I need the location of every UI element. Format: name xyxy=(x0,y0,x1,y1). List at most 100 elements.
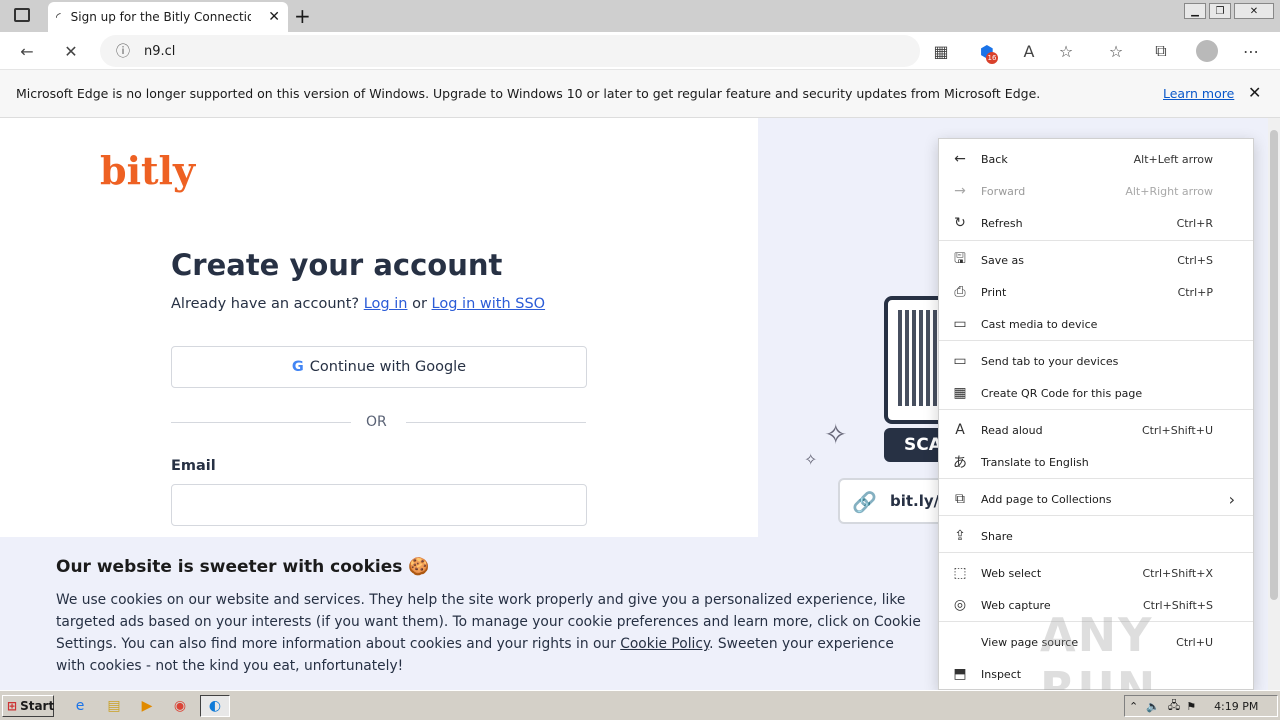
menu-item-web-select[interactable]: ⬚ Web select Ctrl+Shift+X xyxy=(939,557,1253,589)
menu-item-label: Web select xyxy=(981,566,1042,580)
menu-item-label: Save as xyxy=(981,253,1024,267)
flag-icon[interactable]: ⚑ xyxy=(1186,700,1196,713)
print-icon: ⎙ xyxy=(954,284,966,300)
menu-item-back[interactable]: ← Back Alt+Left arrow xyxy=(939,143,1253,175)
menu-item-shortcut: Alt+Left arrow xyxy=(1133,152,1213,166)
menu-item-label: Read aloud xyxy=(981,423,1043,437)
login-prompt-text: Already have an account? xyxy=(171,296,360,312)
media-player-icon[interactable]: ▶ xyxy=(135,695,159,717)
translate-to-english-icon: あ xyxy=(953,455,967,471)
loading-icon: ◜ xyxy=(56,10,61,24)
back-icon[interactable]: ← xyxy=(16,40,38,62)
volume-icon[interactable]: 🔈 xyxy=(1146,700,1160,713)
or-divider-text: OR xyxy=(366,414,387,430)
clock: 4:19 PM xyxy=(1214,699,1259,713)
edge-taskbar-icon[interactable]: ◐ xyxy=(200,695,230,717)
refresh-icon: ↻ xyxy=(954,215,966,231)
share-icon: ⇪ xyxy=(954,528,966,544)
cookie-banner: Our website is sweeter with cookies 🍪 We… xyxy=(0,537,940,690)
ie-icon[interactable]: e xyxy=(68,695,92,717)
network-icon[interactable]: 🖧 xyxy=(1168,697,1180,716)
email-label: Email xyxy=(171,458,216,474)
continue-with-google-button[interactable]: G Continue with Google xyxy=(171,346,587,388)
cookie-policy-link[interactable]: Cookie Policy xyxy=(620,636,709,652)
google-icon: G xyxy=(291,359,304,375)
favorites-icon[interactable]: ☆ xyxy=(1105,40,1127,62)
menu-item-label: Send tab to your devices xyxy=(981,354,1119,368)
tab-actions-icon[interactable] xyxy=(14,8,30,22)
unsupported-infobar: Microsoft Edge is no longer supported on… xyxy=(0,70,1280,118)
restore-button[interactable]: ❐ xyxy=(1209,3,1231,19)
menu-item-read-aloud[interactable]: A Read aloud Ctrl+Shift+U xyxy=(939,414,1253,446)
menu-item-label: Refresh xyxy=(981,216,1023,230)
read-aloud-icon: A xyxy=(955,422,965,438)
menu-item-forward: → Forward Alt+Right arrow xyxy=(939,175,1253,207)
menu-item-send-tab-to-your-devices[interactable]: ▭ Send tab to your devices xyxy=(939,345,1253,377)
close-tab-icon[interactable]: ✕ xyxy=(268,9,280,25)
menu-separator xyxy=(939,478,1253,479)
add-page-to-collections-icon: ⧉ xyxy=(955,491,965,507)
tray-expand-icon[interactable]: ⌃ xyxy=(1129,700,1138,713)
divider xyxy=(406,422,586,423)
cookie-title: Our website is sweeter with cookies 🍪 xyxy=(56,557,430,577)
cast-media-to-device-icon: ▭ xyxy=(953,316,967,332)
google-button-label: Continue with Google xyxy=(309,359,467,375)
menu-item-add-page-to-collections[interactable]: ⧉ Add page to Collections › xyxy=(939,483,1253,515)
collections-icon[interactable]: ⧉ xyxy=(1150,40,1172,62)
menu-separator xyxy=(939,240,1253,241)
menu-item-label: Create QR Code for this page xyxy=(981,386,1143,400)
login-link[interactable]: Log in xyxy=(364,296,408,312)
menu-separator xyxy=(939,409,1253,410)
bitly-logo[interactable]: bitly xyxy=(100,148,195,193)
menu-item-translate-to-english[interactable]: あ Translate to English xyxy=(939,446,1253,478)
login-prompt: Already have an account? Log in or Log i… xyxy=(171,296,545,312)
menu-item-share[interactable]: ⇪ Share xyxy=(939,520,1253,552)
menu-item-shortcut: Ctrl+R xyxy=(1176,216,1213,230)
page-title: Create your account xyxy=(171,248,503,282)
menu-item-save-as[interactable]: 🖫 Save as Ctrl+S xyxy=(939,244,1253,276)
apps-icon[interactable]: ▦ xyxy=(930,40,952,62)
minimize-button[interactable]: ▁ xyxy=(1184,3,1206,19)
or-text: or xyxy=(412,296,427,312)
menu-item-cast-media-to-device[interactable]: ▭ Cast media to device xyxy=(939,308,1253,340)
more-icon[interactable]: ⋯ xyxy=(1240,40,1262,62)
windows-logo-icon: ⊞ xyxy=(7,699,18,713)
menu-item-print[interactable]: ⎙ Print Ctrl+P xyxy=(939,276,1253,308)
divider xyxy=(171,422,351,423)
close-window-button[interactable]: ✕ xyxy=(1234,3,1274,19)
login-sso-link[interactable]: Log in with SSO xyxy=(432,296,546,312)
read-aloud-icon[interactable]: A xyxy=(1018,40,1040,62)
menu-item-create-qr-code-for-this-page[interactable]: ▦ Create QR Code for this page xyxy=(939,377,1253,409)
web-select-icon: ⬚ xyxy=(953,565,967,581)
cookie-body: We use cookies on our website and servic… xyxy=(56,589,926,677)
menu-item-label: Add page to Collections xyxy=(981,492,1112,506)
add-favorite-icon[interactable]: ☆ xyxy=(1055,40,1077,62)
start-label: Start xyxy=(20,699,55,713)
close-infobar-icon[interactable]: ✕ xyxy=(1248,83,1261,102)
site-info-icon[interactable]: ⓘ xyxy=(116,41,130,61)
menu-item-label: Translate to English xyxy=(981,455,1089,469)
menu-item-label: Forward xyxy=(981,184,1026,198)
send-tab-to-your-devices-icon: ▭ xyxy=(953,353,967,369)
back-icon: ← xyxy=(954,151,966,167)
stop-icon[interactable]: ✕ xyxy=(60,40,82,62)
create-qr-code-for-this-page-icon: ▦ xyxy=(953,385,967,401)
link-icon: 🔗 xyxy=(852,490,877,514)
email-field[interactable] xyxy=(171,484,587,526)
menu-item-label: Print xyxy=(981,285,1007,299)
tracking-badge: 16 xyxy=(986,52,998,64)
menu-item-label: Share xyxy=(981,529,1013,543)
address-bar[interactable]: ⓘ n9.cl xyxy=(100,35,920,67)
start-button[interactable]: ⊞ Start xyxy=(2,695,54,717)
menu-item-refresh[interactable]: ↻ Refresh Ctrl+R xyxy=(939,207,1253,239)
learn-more-link[interactable]: Learn more xyxy=(1163,86,1234,101)
new-tab-icon[interactable]: + xyxy=(294,4,311,28)
active-tab[interactable]: ◜ Sign up for the Bitly Connections ✕ xyxy=(48,2,288,32)
tab-strip: ◜ Sign up for the Bitly Connections ✕ + … xyxy=(0,0,1280,32)
chrome-icon[interactable]: ◉ xyxy=(168,695,192,717)
profile-avatar[interactable] xyxy=(1196,40,1218,62)
url-text: n9.cl xyxy=(144,43,176,59)
scrollbar-thumb[interactable] xyxy=(1270,130,1278,600)
explorer-icon[interactable]: ▤ xyxy=(102,695,126,717)
scan-label: SCA xyxy=(884,428,944,462)
